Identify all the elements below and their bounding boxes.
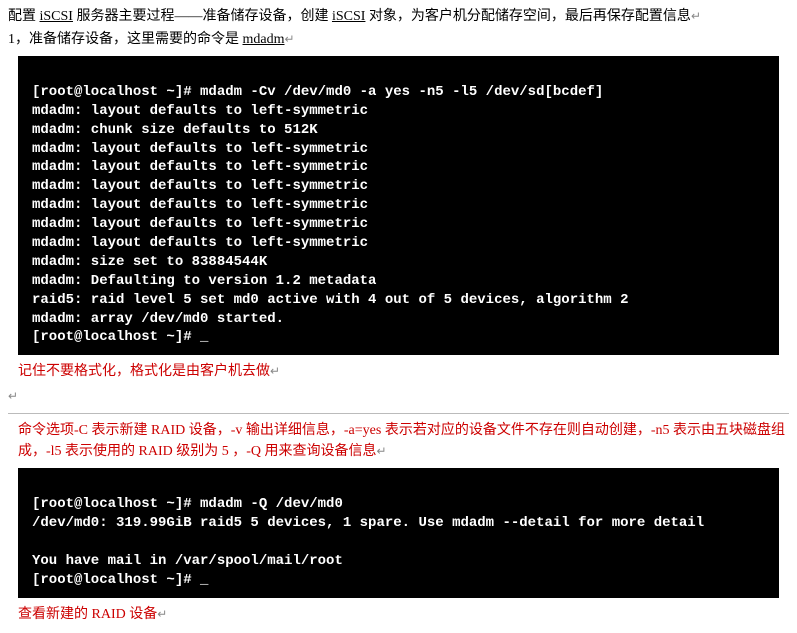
term-line: [root@localhost ~]# mdadm -Q /dev/md0	[32, 496, 343, 512]
formatting-mark: ↵	[285, 32, 295, 46]
intro-text-a: 配置	[8, 9, 40, 24]
term-line: mdadm: chunk size defaults to 512K	[32, 122, 318, 138]
terminal-output-2: [root@localhost ~]# mdadm -Q /dev/md0 /d…	[18, 468, 779, 597]
term-line: mdadm: layout defaults to left-symmetric	[32, 103, 368, 119]
note-no-format: 记住不要格式化，格式化是由客户机去做↵	[18, 361, 789, 382]
note-query: 查看新建的 RAID 设备↵	[18, 604, 789, 625]
term-line: /dev/md0: 319.99GiB raid5 5 devices, 1 s…	[32, 515, 704, 531]
term-line: mdadm: array /dev/md0 started.	[32, 311, 284, 327]
term-line: mdadm: layout defaults to left-symmetric	[32, 197, 368, 213]
horizontal-rule	[8, 413, 789, 414]
term-line: mdadm: Defaulting to version 1.2 metadat…	[32, 273, 376, 289]
step-1-text: 1，准备储存设备，这里需要的命令是	[8, 32, 243, 47]
term-line: mdadm: size set to 83884544K	[32, 254, 267, 270]
intro-iscsi-1: iSCSI	[40, 9, 73, 24]
step-1-paragraph: 1，准备储存设备，这里需要的命令是 mdadm↵	[8, 29, 789, 50]
term-line: mdadm: layout defaults to left-symmetric	[32, 141, 368, 157]
empty-line: ↵	[8, 386, 789, 407]
intro-paragraph: 配置 iSCSI 服务器主要过程——准备储存设备，创建 iSCSI 对象，为客户…	[8, 6, 789, 27]
note-options-text: 命令选项-C 表示新建 RAID 设备，-v 输出详细信息，-a=yes 表示若…	[18, 423, 785, 459]
formatting-mark: ↵	[691, 9, 701, 23]
terminal-output-1: [root@localhost ~]# mdadm -Cv /dev/md0 -…	[18, 56, 779, 355]
term-line: mdadm: layout defaults to left-symmetric	[32, 159, 368, 175]
cmd-mdadm: mdadm	[243, 32, 285, 47]
term-line: raid5: raid level 5 set md0 active with …	[32, 292, 629, 308]
term-line: [root@localhost ~]# _	[32, 329, 208, 345]
note-text: 记住不要格式化，格式化是由客户机去做	[18, 364, 270, 379]
term-line: mdadm: layout defaults to left-symmetric	[32, 216, 368, 232]
intro-text-e: 对象，为客户机分配储存空间，最后再保存配置信息	[365, 9, 691, 24]
term-line: [root@localhost ~]# mdadm -Cv /dev/md0 -…	[32, 84, 603, 100]
formatting-mark: ↵	[270, 364, 280, 378]
term-line: You have mail in /var/spool/mail/root	[32, 553, 343, 569]
term-line: [root@localhost ~]# _	[32, 572, 208, 588]
formatting-mark: ↵	[157, 607, 167, 621]
term-line: mdadm: layout defaults to left-symmetric	[32, 235, 368, 251]
intro-iscsi-2: iSCSI	[332, 9, 365, 24]
intro-text-c: 服务器主要过程——准备储存设备，创建	[73, 9, 332, 24]
note-query-text: 查看新建的 RAID 设备	[18, 607, 157, 622]
note-options: 命令选项-C 表示新建 RAID 设备，-v 输出详细信息，-a=yes 表示若…	[18, 420, 789, 462]
formatting-mark: ↵	[8, 389, 18, 403]
formatting-mark: ↵	[377, 444, 387, 458]
term-line: mdadm: layout defaults to left-symmetric	[32, 178, 368, 194]
